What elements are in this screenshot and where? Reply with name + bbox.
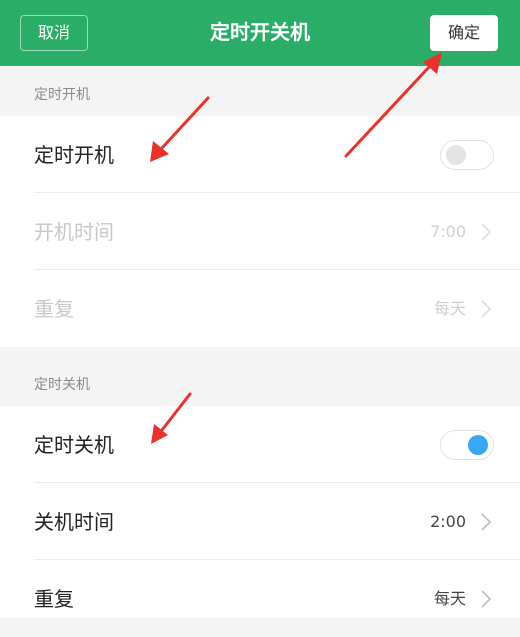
power-on-repeat-label: 重复 xyxy=(34,297,74,321)
chevron-right-icon xyxy=(481,513,492,531)
power-on-time-label: 开机时间 xyxy=(34,220,114,244)
toggle-knob xyxy=(446,145,466,165)
chevron-right-icon xyxy=(481,590,492,608)
cancel-button[interactable]: 取消 xyxy=(20,15,88,51)
power-off-toggle[interactable] xyxy=(440,430,494,460)
power-on-time-row[interactable]: 开机时间 7:00 xyxy=(0,193,520,270)
section-label-power-off: 定时关机 xyxy=(34,377,90,393)
power-off-group: 定时关机 关机时间 2:00 重复 每天 xyxy=(0,406,520,618)
power-off-repeat-row[interactable]: 重复 每天 xyxy=(0,560,520,637)
power-on-group: 定时开机 开机时间 7:00 重复 每天 xyxy=(0,116,520,347)
chevron-right-icon xyxy=(481,223,492,241)
power-on-toggle-row[interactable]: 定时开机 xyxy=(0,116,520,193)
app-header: 取消 定时开关机 确定 xyxy=(0,0,520,66)
power-off-toggle-row[interactable]: 定时关机 xyxy=(0,406,520,483)
confirm-button[interactable]: 确定 xyxy=(430,15,498,51)
power-on-repeat-row[interactable]: 重复 每天 xyxy=(0,270,520,347)
power-on-repeat-value: 每天 xyxy=(433,299,466,318)
power-on-toggle[interactable] xyxy=(440,140,494,170)
power-off-repeat-value: 每天 xyxy=(433,589,466,608)
power-off-time-value: 2:00 xyxy=(430,512,466,531)
power-off-time-row[interactable]: 关机时间 2:00 xyxy=(0,483,520,560)
chevron-right-icon xyxy=(481,300,492,318)
page-title: 定时开关机 xyxy=(210,20,310,44)
power-off-repeat-label: 重复 xyxy=(34,587,74,611)
power-off-time-label: 关机时间 xyxy=(34,510,114,534)
section-label-power-on: 定时开机 xyxy=(34,87,90,103)
toggle-knob xyxy=(468,435,488,455)
power-on-time-value: 7:00 xyxy=(430,222,466,241)
power-off-toggle-label: 定时关机 xyxy=(34,433,114,457)
power-on-toggle-label: 定时开机 xyxy=(34,143,114,167)
